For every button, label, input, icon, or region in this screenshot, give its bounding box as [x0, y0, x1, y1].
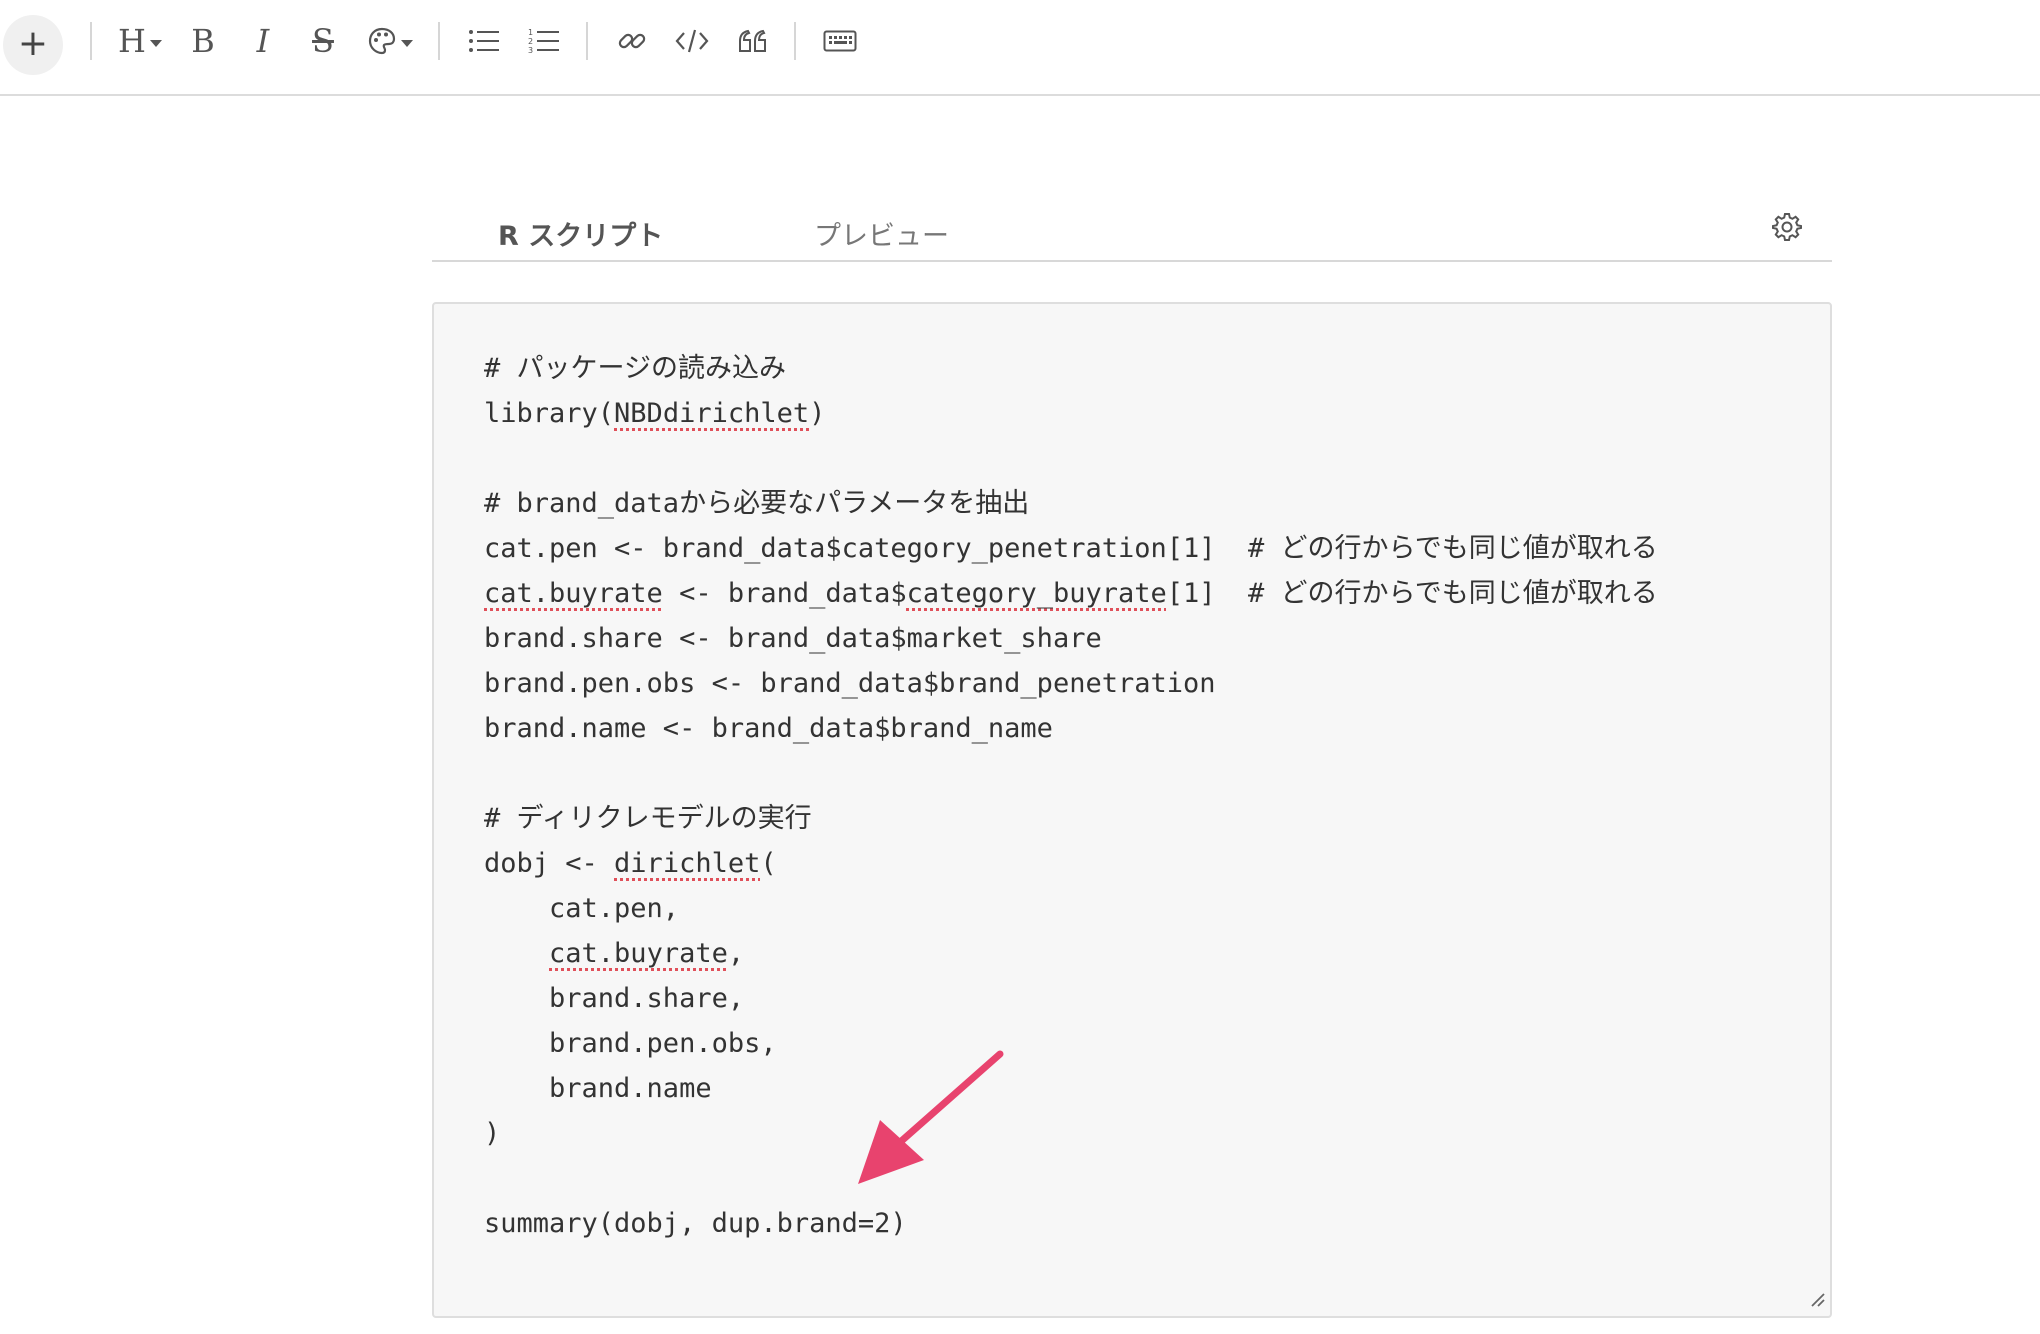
code-token: brand.share, — [484, 983, 745, 1014]
code-token: cat.pen, — [484, 893, 680, 924]
code-line: brand.name <- brand_data$brand_name — [484, 706, 1658, 751]
strikethrough-button[interactable]: S — [304, 18, 342, 64]
code-token: library( — [484, 398, 615, 429]
toolbar-divider — [794, 22, 796, 60]
tab-preview[interactable]: プレビュー — [814, 214, 949, 253]
code-line: dobj <- dirichlet( — [484, 841, 1658, 886]
add-block-button[interactable]: + — [3, 15, 63, 75]
code-line: # ディリクレモデルの実行 — [484, 796, 1658, 841]
code-line: cat.pen, — [484, 886, 1658, 931]
toolbar-divider — [90, 22, 92, 60]
code-line: ) — [484, 1111, 1658, 1156]
gear-icon — [1772, 213, 1802, 241]
plus-icon: + — [17, 23, 49, 64]
code-token: # brand_dataから必要なパラメータを抽出 — [484, 488, 1030, 519]
text-color-button[interactable] — [364, 18, 416, 64]
quote-button[interactable] — [734, 18, 772, 64]
code-token: dobj <- — [484, 848, 615, 879]
code-token: summary(dobj, dup.brand=2) — [484, 1208, 907, 1239]
editor-tabs: R スクリプト プレビュー — [432, 196, 1832, 262]
misspelled-token: NBDdirichlet — [614, 398, 810, 429]
link-button[interactable] — [614, 18, 650, 64]
italic-button[interactable]: I — [246, 18, 280, 64]
code-token: cat.pen <- brand_data$category_penetrati… — [484, 533, 1658, 564]
chevron-down-icon — [149, 39, 162, 47]
toolbar-divider — [586, 22, 588, 60]
link-icon — [618, 33, 646, 49]
code-editor[interactable]: # パッケージの読み込み library(NBDdirichlet) # brand… — [432, 302, 1832, 1318]
quote-icon — [739, 29, 766, 52]
strikethrough-icon: S — [312, 22, 334, 60]
code-line: brand.share <- brand_data$market_share — [484, 616, 1658, 661]
misspelled-token: cat.buyrate — [484, 578, 663, 609]
code-line: library(NBDdirichlet) — [484, 391, 1658, 436]
resize-handle-icon — [1811, 1293, 1825, 1307]
code-line: # パッケージの読み込み — [484, 346, 1658, 391]
heading-button[interactable]: H — [112, 18, 168, 64]
code-line: summary(dobj, dup.brand=2) — [484, 1201, 1658, 1246]
bold-button[interactable]: B — [186, 18, 220, 64]
code-token: ( — [760, 848, 777, 879]
svg-text:2: 2 — [528, 37, 533, 46]
keyboard-icon — [823, 30, 857, 52]
code-line: # brand_dataから必要なパラメータを抽出 — [484, 481, 1658, 526]
toolbar-divider — [438, 22, 440, 60]
code-line: brand.name — [484, 1066, 1658, 1111]
code-token: brand.pen.obs, — [484, 1028, 777, 1059]
palette-icon — [368, 27, 396, 55]
code-token: brand.pen.obs <- brand_data$brand_penetr… — [484, 668, 1216, 699]
numbered-list-button[interactable]: 1 2 3 — [526, 18, 562, 64]
code-token: ) — [809, 398, 826, 429]
code-token: [1] # どの行からでも同じ値が取れる — [1166, 578, 1658, 609]
code-token: brand.share <- brand_data$market_share — [484, 623, 1102, 654]
code-token: , — [727, 938, 745, 969]
misspelled-token: category_buyrate — [906, 578, 1167, 609]
code-line: cat.pen <- brand_data$category_penetrati… — [484, 526, 1658, 571]
numbered-list-icon: 1 2 3 — [528, 28, 559, 55]
code-token: <- brand_data$ — [662, 578, 907, 609]
code-token: brand.name — [484, 1073, 712, 1104]
code-token: ) — [484, 1118, 501, 1149]
code-button[interactable] — [672, 18, 712, 64]
settings-button[interactable] — [1772, 212, 1802, 246]
bullet-list-button[interactable] — [466, 18, 502, 64]
chevron-down-icon — [401, 39, 413, 47]
code-line: brand.share, — [484, 976, 1658, 1021]
code-line: cat.buyrate <- brand_data$category_buyra… — [484, 571, 1658, 616]
bold-icon: B — [191, 22, 215, 60]
svg-text:1: 1 — [528, 28, 533, 37]
misspelled-token: cat.buyrate — [549, 938, 728, 969]
code-line: cat.buyrate, — [484, 931, 1658, 976]
heading-icon: H — [118, 22, 146, 60]
code-token: # ディリクレモデルの実行 — [484, 803, 812, 834]
italic-icon: I — [256, 22, 270, 60]
code-token: brand.name <- brand_data$brand_name — [484, 713, 1053, 744]
code-line: brand.pen.obs <- brand_data$brand_penetr… — [484, 661, 1658, 706]
svg-text:3: 3 — [528, 46, 533, 55]
misspelled-token: dirichlet — [614, 848, 761, 879]
keyboard-shortcuts-button[interactable] — [822, 18, 858, 64]
code-token: # パッケージの読み込み — [484, 353, 786, 384]
code-content[interactable]: # パッケージの読み込み library(NBDdirichlet) # brand… — [484, 346, 1658, 1246]
arrow-annotation-icon — [858, 1050, 1004, 1184]
code-line: brand.pen.obs, — [484, 1021, 1658, 1066]
tab-r-script[interactable]: R スクリプト — [498, 214, 663, 253]
editor-toolbar: + H B I S 1 2 3 — [0, 0, 2040, 96]
code-icon — [675, 29, 709, 53]
bullet-list-icon — [469, 30, 499, 52]
resize-handle[interactable] — [1808, 1290, 1826, 1312]
